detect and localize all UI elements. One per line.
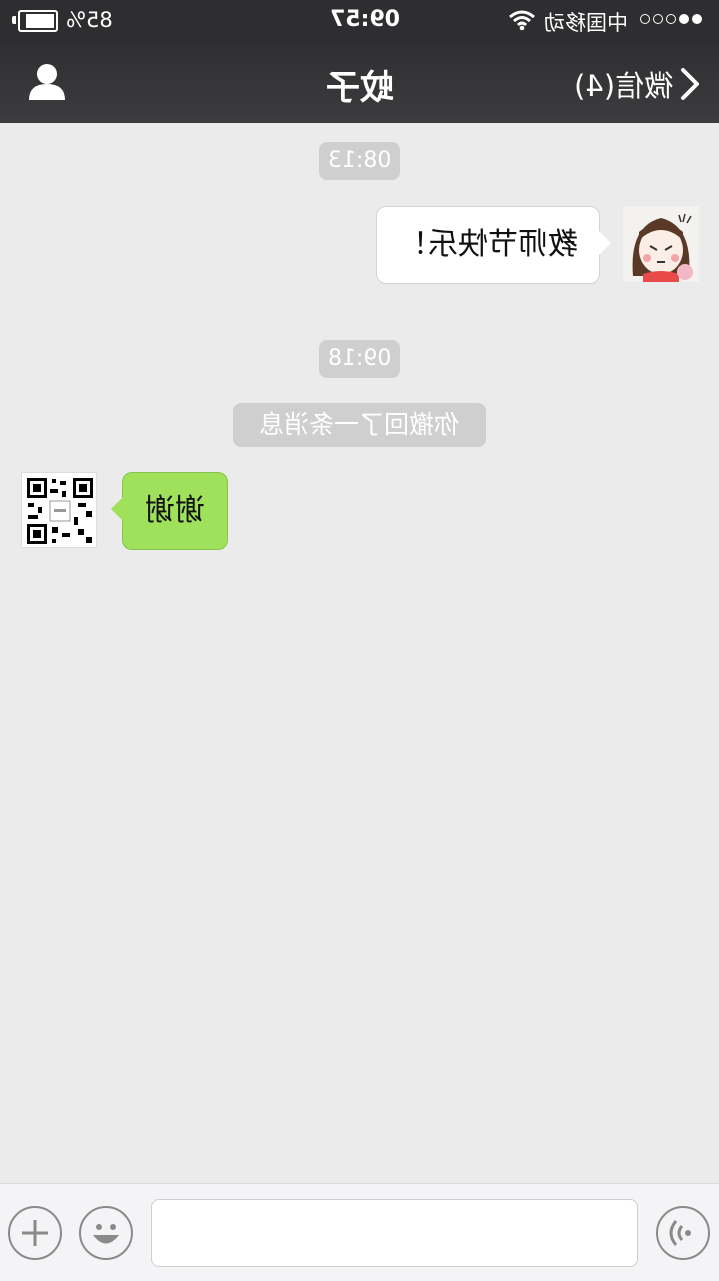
voice-icon[interactable] (656, 1206, 710, 1260)
timestamp: 08:13 (319, 142, 400, 180)
carrier-label: 中国移动 (544, 11, 628, 35)
message-input[interactable] (151, 1199, 638, 1267)
battery-icon (12, 10, 58, 32)
wifi-icon (508, 9, 536, 36)
message-bubble-received[interactable]: 教师节快乐！ (376, 206, 611, 284)
avatar-friend[interactable] (623, 206, 699, 282)
back-button[interactable]: 微信(4) (574, 64, 703, 104)
status-bar: 85% 09:57 中国移动 (0, 0, 719, 42)
signal-strength (640, 14, 702, 24)
message-text: 教师节快乐！ (398, 227, 578, 262)
chat-title: 蚊子 (325, 68, 394, 108)
chevron-left-icon (681, 68, 700, 100)
battery-percent: 85% (66, 8, 113, 32)
back-label: 微信(4) (574, 69, 674, 103)
plus-icon[interactable] (8, 1206, 62, 1260)
recall-notice: 你撤回了一条消息 (233, 403, 486, 447)
message-bubble-sent[interactable]: 谢谢 (111, 472, 228, 550)
message-text: 谢谢 (145, 493, 205, 528)
input-bar (0, 1183, 719, 1281)
timestamp: 09:18 (319, 340, 400, 378)
avatar-self[interactable] (21, 472, 97, 548)
nav-bar: 蚊子 微信(4) (0, 42, 719, 123)
status-time: 09:57 (330, 7, 401, 32)
emoji-icon[interactable] (79, 1206, 133, 1260)
